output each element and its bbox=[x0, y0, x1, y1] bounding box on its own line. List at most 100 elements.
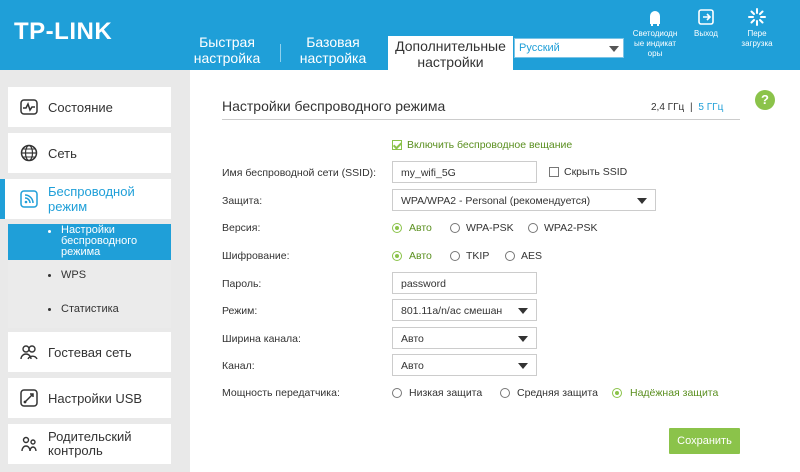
language-value: Русский bbox=[519, 42, 560, 54]
channel-width-select[interactable]: Авто bbox=[392, 327, 537, 349]
sidebar-item-wireless[interactable]: Беспроводной режим bbox=[0, 179, 171, 219]
chevron-down-icon bbox=[518, 363, 528, 369]
leds-label-3: оры bbox=[647, 49, 663, 58]
power-high-radio[interactable] bbox=[612, 388, 622, 398]
band-24ghz-link[interactable]: 2,4 ГГц bbox=[651, 102, 684, 113]
band-5ghz-link[interactable]: 5 ГГц bbox=[698, 102, 723, 113]
tab-basic-line1: Базовая bbox=[306, 34, 360, 50]
tab-divider bbox=[280, 44, 281, 62]
channel-width-value: Авто bbox=[401, 333, 424, 345]
tab-quick-setup-line2: настройка bbox=[193, 50, 261, 66]
tab-advanced-line1: Дополнительные bbox=[395, 38, 506, 54]
sidebar-item-label: Гостевая сеть bbox=[48, 344, 132, 360]
help-icon[interactable]: ? bbox=[755, 90, 775, 110]
reboot-icon bbox=[748, 8, 766, 26]
ssid-label: Имя беспроводной сети (SSID): bbox=[222, 167, 377, 179]
hide-ssid-checkbox[interactable] bbox=[549, 167, 559, 177]
tab-advanced[interactable]: Дополнительные настройки bbox=[388, 36, 513, 70]
sidebar-subitem-wireless-settings[interactable]: Настройки беспроводного режима bbox=[8, 224, 171, 260]
parental-icon bbox=[21, 436, 37, 452]
logout-icon bbox=[698, 9, 714, 25]
title-divider bbox=[222, 119, 740, 120]
encryption-auto-radio[interactable] bbox=[392, 251, 402, 261]
globe-icon bbox=[20, 144, 38, 162]
channel-width-label: Ширина канала: bbox=[222, 333, 301, 345]
password-label: Пароль: bbox=[222, 278, 262, 290]
hide-ssid-label: Скрыть SSID bbox=[564, 166, 628, 178]
chevron-down-icon bbox=[518, 336, 528, 342]
power-high-label: Надёжная защита bbox=[630, 387, 719, 399]
tab-quick-setup-line1: Быстрая bbox=[199, 34, 255, 50]
subitem-label: Статистика bbox=[61, 303, 119, 315]
tx-power-label: Мощность передатчика: bbox=[222, 387, 340, 399]
power-low-radio[interactable] bbox=[392, 388, 402, 398]
sidebar-subitem-wps[interactable]: WPS bbox=[8, 260, 171, 290]
encryption-label: Шифрование: bbox=[222, 250, 290, 262]
logout-label: Выход bbox=[694, 29, 718, 38]
leds-label-1: Светодиодн bbox=[632, 29, 678, 38]
tab-basic[interactable]: Базовая настройка bbox=[291, 34, 375, 70]
power-medium-radio[interactable] bbox=[500, 388, 510, 398]
channel-label: Канал: bbox=[222, 360, 255, 372]
band-separator: | bbox=[690, 102, 693, 113]
version-wpa2psk-label: WPA2-PSK bbox=[544, 222, 598, 234]
top-header: TP-LINK Быстрая настройка Базовая настро… bbox=[0, 0, 800, 70]
encryption-aes-label: AES bbox=[521, 250, 543, 262]
tab-quick-setup[interactable]: Быстрая настройка bbox=[185, 34, 269, 70]
encryption-auto-label: Авто bbox=[409, 250, 432, 262]
password-input[interactable]: password bbox=[392, 272, 537, 294]
reboot-label-1: Пере bbox=[747, 29, 767, 38]
channel-select[interactable]: Авто bbox=[392, 354, 537, 376]
enable-broadcast-checkbox[interactable] bbox=[392, 140, 402, 150]
status-icon bbox=[20, 99, 38, 115]
bullet bbox=[48, 274, 51, 277]
sidebar-item-label: Настройки USB bbox=[48, 390, 143, 406]
save-button[interactable]: Сохранить bbox=[669, 428, 740, 454]
mode-value: 801.11a/n/ac смешан bbox=[401, 305, 503, 317]
logout-button[interactable]: Выход bbox=[688, 8, 724, 39]
sidebar-item-usb[interactable]: Настройки USB bbox=[8, 378, 171, 418]
language-select[interactable]: Русский bbox=[514, 38, 624, 58]
sidebar-item-status[interactable]: Состояние bbox=[8, 87, 171, 127]
bullet bbox=[48, 230, 51, 233]
encryption-tkip-radio[interactable] bbox=[450, 251, 460, 261]
sidebar-item-label: Сеть bbox=[48, 145, 77, 161]
subitem-label: WPS bbox=[61, 269, 87, 281]
version-label: Версия: bbox=[222, 222, 261, 234]
encryption-tkip-label: TKIP bbox=[466, 250, 490, 262]
chevron-down-icon bbox=[637, 198, 647, 204]
version-wpapsk-label: WPA-PSK bbox=[466, 222, 514, 234]
sidebar-item-parental[interactable]: Родительский контроль bbox=[8, 424, 171, 464]
channel-value: Авто bbox=[401, 360, 424, 372]
reboot-button[interactable]: Пере загрузка bbox=[734, 8, 780, 49]
reboot-label-2: загрузка bbox=[741, 39, 773, 48]
tab-basic-line2: настройка bbox=[299, 50, 367, 66]
power-medium-label: Средняя защита bbox=[517, 387, 598, 399]
security-label: Защита: bbox=[222, 195, 263, 207]
sidebar-item-label: Беспроводной режим bbox=[48, 184, 135, 214]
band-switch: 2,4 ГГц | 5 ГГц bbox=[651, 102, 723, 113]
ssid-input[interactable]: my_wifi_5G bbox=[392, 161, 537, 183]
mode-select[interactable]: 801.11a/n/ac смешан bbox=[392, 299, 537, 321]
sidebar-subitem-statistics[interactable]: Статистика bbox=[8, 290, 171, 328]
sidebar-item-guest[interactable]: Гостевая сеть bbox=[8, 332, 171, 372]
enable-broadcast-label: Включить беспроводное вещание bbox=[407, 139, 573, 151]
version-auto-label: Авто bbox=[409, 222, 432, 234]
chevron-down-icon bbox=[518, 308, 528, 314]
main-panel bbox=[190, 70, 800, 472]
page-title: Настройки беспроводного режима bbox=[222, 98, 446, 114]
subitem-label: Настройки беспроводного режима bbox=[61, 224, 138, 258]
logo: TP-LINK bbox=[14, 18, 113, 45]
version-wpa2psk-radio[interactable] bbox=[528, 223, 538, 233]
chevron-down-icon bbox=[609, 46, 619, 52]
encryption-aes-radio[interactable] bbox=[505, 251, 515, 261]
tab-advanced-line2: настройки bbox=[417, 54, 484, 70]
version-wpapsk-radio[interactable] bbox=[450, 223, 460, 233]
led-icon bbox=[650, 11, 660, 26]
sidebar-item-network[interactable]: Сеть bbox=[8, 133, 171, 173]
leds-button[interactable]: Светодиодн ые индикат оры bbox=[627, 8, 683, 59]
security-select[interactable]: WPA/WPA2 - Personal (рекомендуется) bbox=[392, 189, 656, 211]
bullet bbox=[48, 308, 51, 311]
version-auto-radio[interactable] bbox=[392, 223, 402, 233]
sidebar-item-label: Состояние bbox=[48, 99, 113, 115]
